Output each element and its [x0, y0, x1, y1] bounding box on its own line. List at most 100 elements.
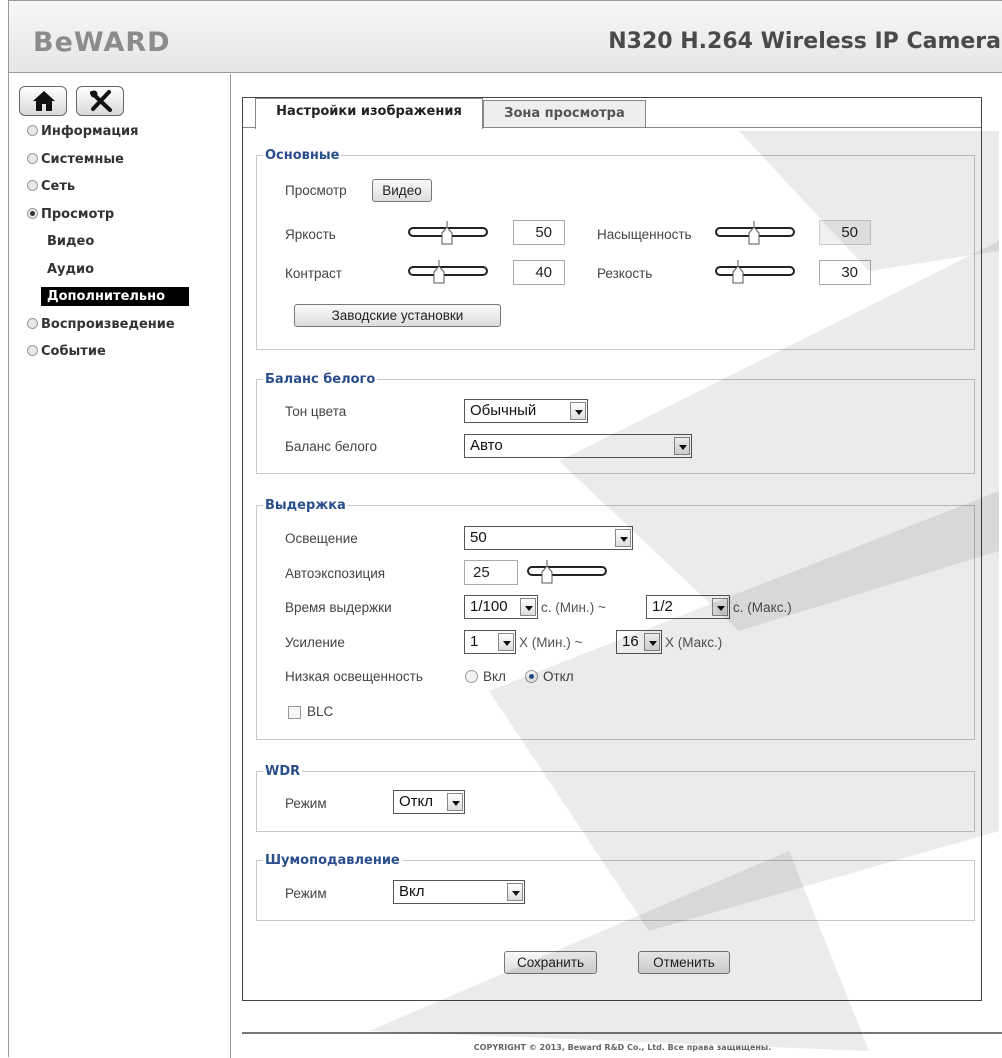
shutter-min-unit: с. (Мин.) ~ — [541, 600, 606, 615]
low-light-on-radio[interactable] — [465, 670, 478, 683]
auto-exposure-value[interactable]: 25 — [464, 560, 518, 585]
slider-track — [527, 566, 607, 576]
sidebar-item-playback[interactable]: Воспроизведение — [27, 316, 189, 344]
beward-logo: BeWARD — [33, 27, 171, 58]
chevron-down-icon[interactable] — [644, 633, 660, 651]
sidebar-item-network[interactable]: Сеть — [27, 178, 189, 206]
select-value: Обычный — [470, 402, 537, 419]
sidebar-item-label: Событие — [41, 344, 106, 359]
sharpness-value[interactable]: 30 — [819, 260, 871, 285]
gain-max-unit: X (Макс.) — [665, 635, 723, 650]
lighting-select[interactable]: 50 — [464, 526, 633, 550]
select-value: 16 — [622, 633, 639, 650]
select-value: 1 — [470, 633, 479, 650]
auto-exposure-slider[interactable] — [527, 560, 607, 584]
chevron-down-icon[interactable] — [570, 402, 586, 420]
contrast-label: Контраст — [285, 266, 342, 281]
gain-max-select[interactable]: 16 — [616, 630, 662, 654]
page-frame: BeWARD N320 H.264 Wireless IP Camera Инф… — [8, 0, 1002, 1058]
exposure-legend: Выдержка — [265, 498, 346, 513]
chevron-down-icon[interactable] — [712, 598, 728, 616]
sidebar-subitem-video[interactable]: Видео — [27, 233, 189, 261]
settings-panel: Настройки изображения Зона просмотра Осн… — [242, 97, 982, 1001]
basic-legend: Основные — [265, 148, 340, 163]
tools-button[interactable] — [76, 86, 125, 116]
chevron-down-icon[interactable] — [615, 529, 631, 547]
sidebar-item-label: Просмотр — [41, 206, 115, 222]
contrast-slider[interactable] — [408, 260, 488, 284]
preview-video-button[interactable]: Видео — [372, 179, 432, 202]
slider-thumb[interactable] — [433, 260, 445, 284]
tools-icon — [90, 90, 113, 112]
brightness-value[interactable]: 50 — [513, 220, 565, 245]
gain-label: Усиление — [285, 635, 345, 650]
factory-defaults-button[interactable]: Заводские установки — [294, 304, 501, 327]
brightness-slider[interactable] — [408, 221, 488, 245]
shutter-time-label: Время выдержки — [285, 600, 392, 615]
sidebar-top-buttons — [19, 86, 128, 116]
cancel-button[interactable]: Отменить — [638, 951, 730, 974]
select-value: 1/2 — [652, 598, 673, 615]
color-tone-label: Тон цвета — [285, 404, 347, 419]
slider-thumb[interactable] — [541, 560, 553, 584]
low-light-on-label: Вкл — [483, 669, 506, 684]
sidebar-item-view[interactable]: Просмотр — [27, 206, 189, 234]
sidebar-item-info[interactable]: Информация — [27, 123, 189, 151]
contrast-value[interactable]: 40 — [513, 260, 565, 285]
radio-icon — [27, 125, 38, 136]
tab-view-area[interactable]: Зона просмотра — [483, 100, 646, 127]
sidebar-subitem-audio[interactable]: Аудио — [27, 261, 189, 289]
brightness-label: Яркость — [285, 227, 336, 242]
sidebar-item-label: Системные — [41, 151, 124, 167]
sharpness-slider[interactable] — [715, 260, 795, 284]
header: BeWARD N320 H.264 Wireless IP Camera — [9, 1, 1002, 73]
wdr-mode-label: Режим — [285, 796, 327, 811]
saturation-slider[interactable] — [715, 221, 795, 245]
wdr-mode-select[interactable]: Откл — [393, 790, 465, 814]
sidebar-item-label: Аудио — [47, 261, 95, 277]
noise-mode-select[interactable]: Вкл — [393, 880, 525, 904]
chevron-down-icon[interactable] — [498, 633, 514, 651]
sidebar-item-system[interactable]: Системные — [27, 151, 189, 179]
shutter-max-select[interactable]: 1/2 — [646, 595, 730, 619]
noise-reduction-legend: Шумоподавление — [265, 853, 400, 868]
slider-thumb[interactable] — [732, 260, 744, 284]
slider-track — [715, 266, 795, 276]
save-button[interactable]: Сохранить — [504, 951, 597, 974]
white-balance-legend: Баланс белого — [265, 372, 376, 387]
radio-selected-icon — [27, 207, 38, 219]
sidebar-item-label: Информация — [41, 124, 139, 139]
chevron-down-icon[interactable] — [447, 793, 463, 811]
chevron-down-icon[interactable] — [520, 598, 536, 616]
sidebar-nav: Информация Системные Сеть Просмотр Видео… — [27, 123, 190, 371]
blc-checkbox[interactable] — [288, 706, 301, 719]
low-light-off-label: Откл — [543, 669, 574, 684]
tab-image-settings[interactable]: Настройки изображения — [255, 98, 483, 129]
select-value: Вкл — [399, 883, 425, 900]
slider-thumb[interactable] — [441, 221, 453, 245]
sidebar-item-label: Дополнительно — [41, 287, 190, 306]
slider-thumb[interactable] — [748, 221, 760, 245]
copyright-text: COPYRIGHT © 2013, Beward R&D Co., Ltd. В… — [473, 1043, 772, 1052]
low-light-off-radio[interactable] — [525, 670, 538, 683]
wdr-legend: WDR — [265, 764, 301, 779]
sidebar: Информация Системные Сеть Просмотр Видео… — [9, 74, 231, 1058]
white-balance-select[interactable]: Авто — [464, 434, 692, 458]
white-balance-label: Баланс белого — [285, 439, 378, 454]
home-button[interactable] — [19, 86, 67, 116]
noise-reduction-section: Шумоподавление — [256, 853, 975, 921]
wdr-section: WDR — [256, 764, 975, 832]
gain-min-select[interactable]: 1 — [464, 630, 516, 654]
sidebar-item-event[interactable]: Событие — [27, 343, 189, 371]
shutter-max-unit: с. (Макс.) — [733, 600, 792, 615]
noise-mode-label: Режим — [285, 886, 327, 901]
chevron-down-icon[interactable] — [674, 437, 690, 455]
sidebar-item-label: Воспроизведение — [41, 316, 175, 332]
color-tone-select[interactable]: Обычный — [464, 399, 588, 423]
shutter-min-select[interactable]: 1/100 — [464, 595, 538, 619]
sharpness-label: Резкость — [597, 266, 653, 281]
sidebar-item-label: Сеть — [41, 179, 76, 194]
sidebar-subitem-advanced[interactable]: Дополнительно — [27, 287, 190, 316]
chevron-down-icon[interactable] — [507, 883, 523, 901]
auto-exposure-label: Автоэкспозиция — [285, 566, 386, 581]
